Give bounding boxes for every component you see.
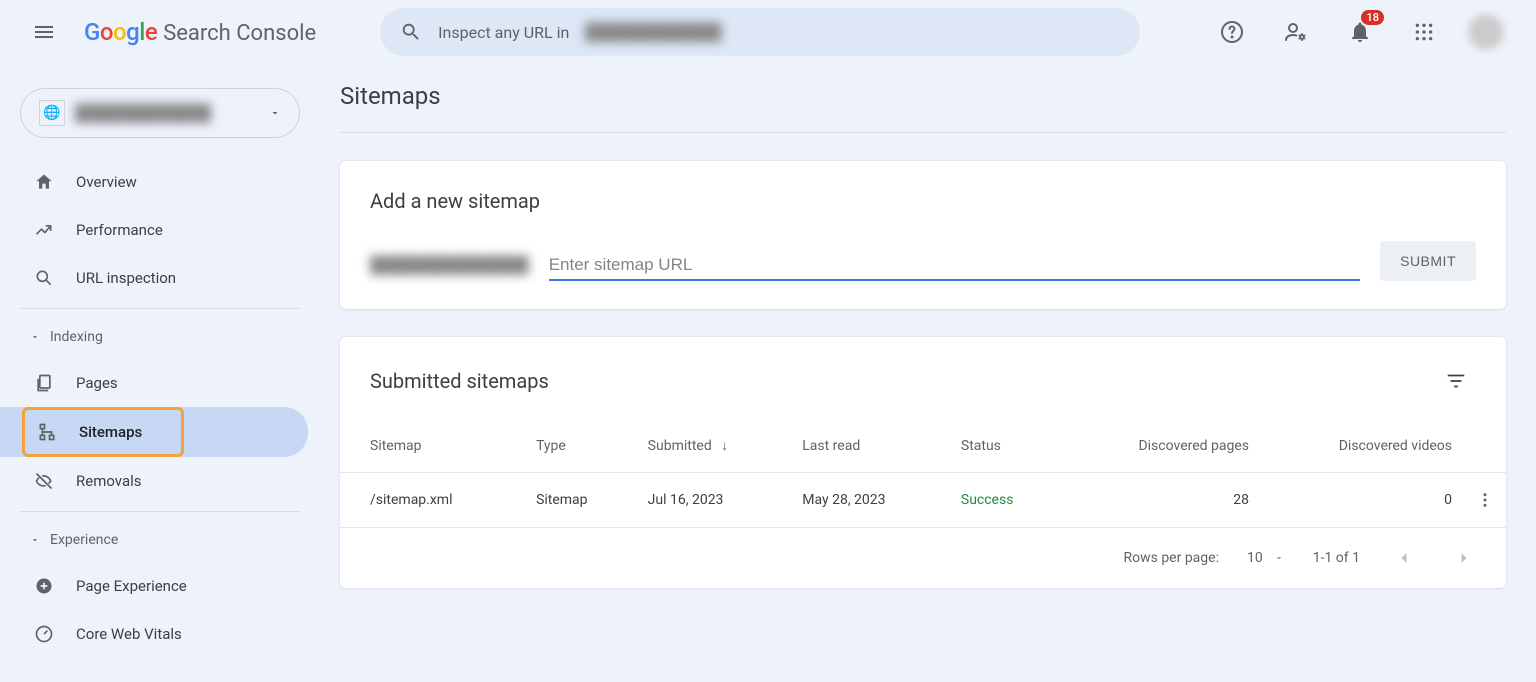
cell-discovered-videos: 0	[1261, 473, 1464, 528]
sitemap-url-input[interactable]	[549, 255, 1360, 275]
sidebar-item-url-inspection[interactable]: URL inspection	[0, 254, 308, 302]
gauge-icon	[34, 624, 54, 644]
sidebar-item-page-experience[interactable]: Page Experience	[0, 562, 308, 610]
sitemaps-table: Sitemap Type Submitted ↓ Last read Statu…	[340, 419, 1506, 528]
sidebar-item-label: Sitemaps	[79, 423, 142, 441]
sidebar-section-experience[interactable]: Experience	[0, 518, 320, 562]
sitemap-url-prefix: ██████████████	[370, 255, 529, 281]
hamburger-icon	[32, 20, 56, 44]
sidebar-item-label: Overview	[76, 173, 137, 191]
sidebar-item-sitemaps[interactable]: Sitemaps	[0, 407, 308, 457]
col-actions	[1464, 419, 1506, 473]
sidebar-section-indexing[interactable]: Indexing	[0, 315, 320, 359]
filter-button[interactable]	[1436, 361, 1476, 401]
table-pager: Rows per page: 10 1-1 of 1	[340, 528, 1506, 588]
cell-status: Success	[949, 473, 1062, 528]
app-header: Google Search Console Inspect any URL in…	[0, 0, 1536, 64]
main-content: Sitemaps Add a new sitemap █████████████…	[320, 64, 1536, 658]
cell-sitemap: /sitemap.xml	[340, 473, 524, 528]
chevron-down-icon	[269, 107, 281, 119]
sidebar-item-label: URL inspection	[76, 269, 176, 287]
more-vert-icon	[1476, 491, 1494, 509]
url-inspect-search[interactable]: Inspect any URL in ████████████	[380, 8, 1140, 56]
apps-grid-icon	[1414, 22, 1434, 42]
caret-down-icon	[1273, 552, 1285, 564]
col-discovered-videos[interactable]: Discovered videos	[1261, 419, 1464, 473]
sidebar-item-label: Performance	[76, 221, 163, 239]
col-discovered-pages[interactable]: Discovered pages	[1062, 419, 1261, 473]
caret-down-icon	[30, 332, 40, 342]
caret-down-icon	[30, 535, 40, 545]
sidebar-item-pages[interactable]: Pages	[0, 359, 308, 407]
sidebar-item-label: Core Web Vitals	[76, 625, 182, 643]
prev-page-button[interactable]	[1388, 544, 1420, 572]
help-button[interactable]	[1212, 12, 1252, 52]
search-property-obscured: ████████████	[585, 22, 721, 42]
product-name: Search Console	[163, 21, 316, 46]
account-avatar[interactable]	[1468, 14, 1504, 50]
sidebar-item-core-web-vitals[interactable]: Core Web Vitals	[0, 610, 308, 658]
menu-button[interactable]	[20, 8, 68, 56]
apps-button[interactable]	[1404, 12, 1444, 52]
user-settings-button[interactable]	[1276, 12, 1316, 52]
chevron-left-icon	[1394, 548, 1414, 568]
notification-badge: 18	[1361, 10, 1384, 25]
sitemap-icon	[37, 422, 57, 442]
google-logo: Google	[84, 18, 157, 46]
col-last-read[interactable]: Last read	[790, 419, 949, 473]
rows-per-page-select[interactable]: 10	[1247, 550, 1285, 566]
search-input[interactable]	[737, 23, 1120, 41]
cell-submitted: Jul 16, 2023	[636, 473, 791, 528]
table-row[interactable]: /sitemap.xml Sitemap Jul 16, 2023 May 28…	[340, 473, 1506, 528]
sidebar-item-performance[interactable]: Performance	[0, 206, 308, 254]
property-selector[interactable]: 🌐 ████████████	[20, 88, 300, 138]
submitted-title: Submitted sitemaps	[370, 369, 549, 393]
cell-type: Sitemap	[524, 473, 636, 528]
page-range: 1-1 of 1	[1313, 550, 1360, 566]
sidebar-item-label: Page Experience	[76, 577, 187, 595]
sidebar-item-label: Removals	[76, 472, 142, 490]
help-icon	[1220, 20, 1244, 44]
notifications-button[interactable]: 18	[1340, 12, 1380, 52]
divider	[20, 308, 300, 309]
col-type[interactable]: Type	[524, 419, 636, 473]
magnifier-icon	[34, 268, 54, 288]
hidden-icon	[34, 471, 54, 491]
globe-icon: 🌐	[39, 100, 65, 126]
sidebar-item-overview[interactable]: Overview	[0, 158, 308, 206]
add-sitemap-title: Add a new sitemap	[370, 189, 1476, 213]
row-menu-button[interactable]	[1476, 491, 1494, 509]
sort-arrow-down-icon: ↓	[721, 438, 728, 454]
divider	[20, 511, 300, 512]
filter-icon	[1445, 370, 1467, 392]
col-sitemap[interactable]: Sitemap	[340, 419, 524, 473]
search-prefix: Inspect any URL in	[438, 23, 569, 42]
pages-icon	[34, 373, 54, 393]
add-sitemap-card: Add a new sitemap ██████████████ SUBMIT	[340, 161, 1506, 309]
sidebar-item-label: Pages	[76, 374, 118, 392]
sidebar: 🌐 ████████████ Overview Performance URL …	[0, 64, 320, 658]
submit-button[interactable]: SUBMIT	[1380, 241, 1476, 281]
header-actions: 18	[1212, 12, 1516, 52]
cell-last-read: May 28, 2023	[790, 473, 949, 528]
user-settings-icon	[1284, 20, 1308, 44]
chevron-right-icon	[1454, 548, 1474, 568]
product-logo: Google Search Console	[84, 18, 316, 46]
home-icon	[34, 172, 54, 192]
trend-icon	[34, 220, 54, 240]
next-page-button[interactable]	[1448, 544, 1480, 572]
rows-per-page-label: Rows per page:	[1123, 550, 1218, 566]
property-name: ████████████	[75, 103, 259, 123]
col-status[interactable]: Status	[949, 419, 1062, 473]
search-icon	[400, 21, 422, 43]
plus-circle-icon	[34, 576, 54, 596]
col-submitted[interactable]: Submitted ↓	[636, 419, 791, 473]
page-title: Sitemaps	[340, 82, 1506, 133]
cell-discovered-pages: 28	[1062, 473, 1261, 528]
section-label: Indexing	[50, 329, 103, 345]
sidebar-item-removals[interactable]: Removals	[0, 457, 308, 505]
submitted-sitemaps-card: Submitted sitemaps Sitemap Type Submitte…	[340, 337, 1506, 588]
section-label: Experience	[50, 532, 118, 548]
